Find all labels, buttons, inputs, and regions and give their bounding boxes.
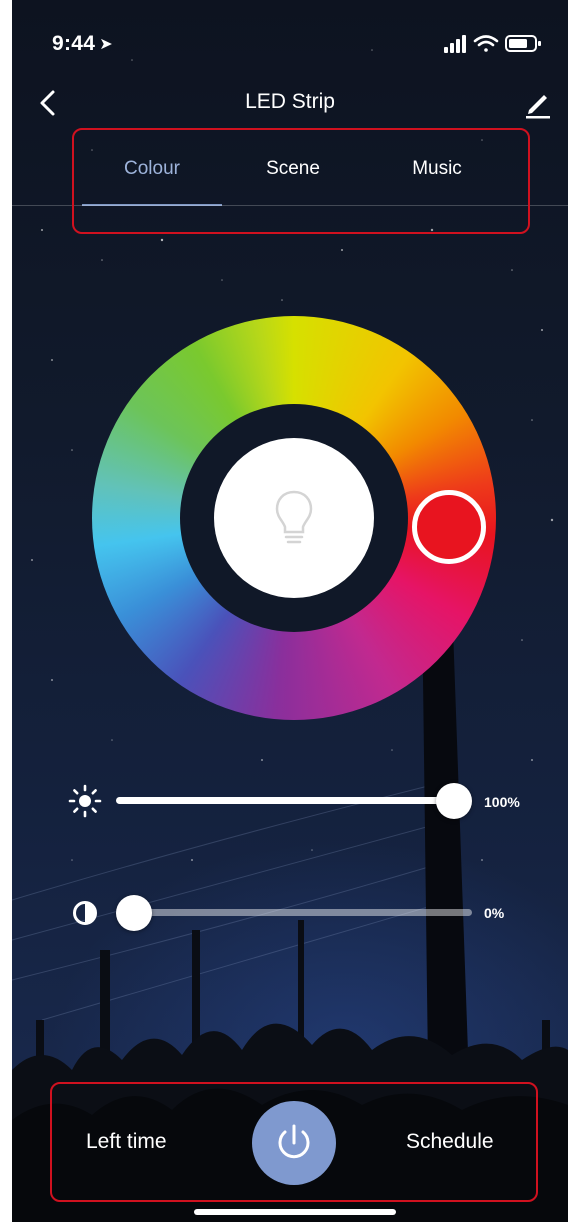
schedule-button[interactable]: Schedule — [406, 1130, 494, 1154]
wifi-icon — [473, 35, 499, 52]
power-button[interactable] — [252, 1101, 336, 1185]
brightness-slider-knob[interactable] — [436, 783, 472, 819]
power-icon — [278, 1124, 310, 1159]
status-time-text: 9:44 — [52, 32, 96, 55]
location-arrow-icon: ➤ — [99, 36, 113, 53]
system-icons — [444, 35, 541, 53]
colour-picker-handle[interactable] — [412, 490, 486, 564]
status-time: 9:44 ➤ — [52, 32, 113, 56]
contrast-slider-knob[interactable] — [116, 895, 152, 931]
sun-icon — [68, 784, 102, 818]
mode-tabs: Colour Scene Music — [12, 130, 568, 208]
tab-music[interactable]: Music — [367, 158, 507, 180]
cellular-signal-icon — [444, 35, 466, 53]
tabs-divider — [12, 205, 568, 206]
home-indicator — [194, 1209, 396, 1215]
app-screen: 9:44 ➤ LED Strip Colour Scene Music 100%… — [12, 0, 568, 1222]
brightness-track[interactable] — [116, 797, 454, 804]
status-bar: 9:44 ➤ — [12, 0, 568, 80]
battery-icon — [505, 35, 541, 52]
page-title: LED Strip — [245, 90, 335, 113]
contrast-icon — [73, 901, 97, 925]
brightness-value: 100% — [484, 794, 520, 810]
contrast-value: 0% — [484, 905, 505, 921]
lightbulb-icon — [275, 490, 313, 544]
tab-scene[interactable]: Scene — [223, 158, 363, 180]
tab-colour[interactable]: Colour — [82, 158, 222, 180]
pencil-icon[interactable] — [520, 86, 554, 120]
left-time-button[interactable]: Left time — [86, 1130, 167, 1154]
contrast-track[interactable] — [132, 909, 472, 916]
